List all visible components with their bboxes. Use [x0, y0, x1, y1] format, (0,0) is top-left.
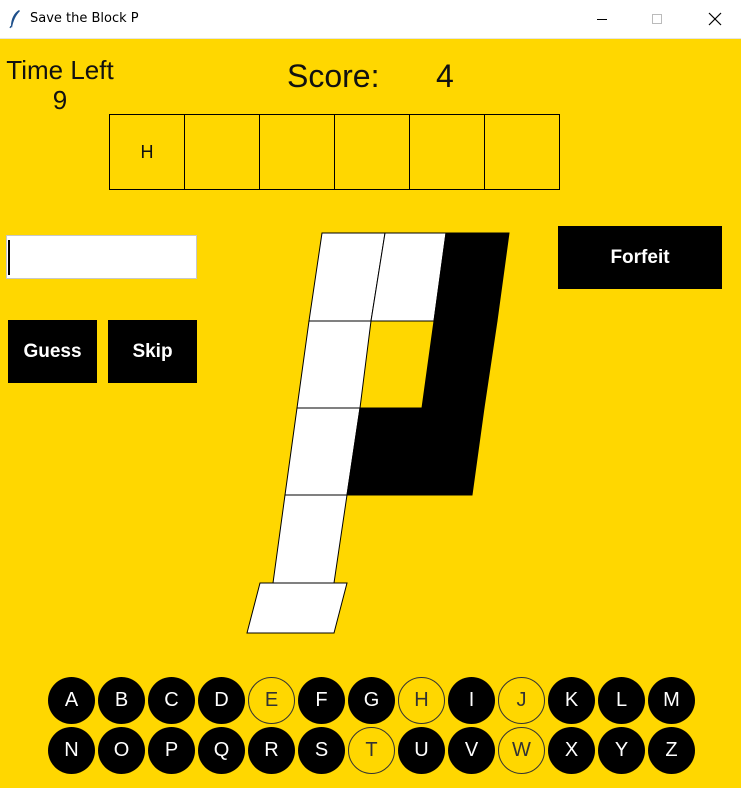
key-t[interactable]: T [348, 727, 395, 774]
key-s[interactable]: S [298, 727, 345, 774]
key-p[interactable]: P [148, 727, 195, 774]
key-q[interactable]: Q [198, 727, 245, 774]
block-cell-row3-middle [346, 407, 423, 496]
key-v[interactable]: V [448, 727, 495, 774]
key-a[interactable]: A [48, 677, 95, 724]
key-m[interactable]: M [648, 677, 695, 724]
key-h[interactable]: H [398, 677, 445, 724]
key-j[interactable]: J [498, 677, 545, 724]
key-n[interactable]: N [48, 727, 95, 774]
key-x[interactable]: X [548, 727, 595, 774]
key-i[interactable]: I [448, 677, 495, 724]
key-g[interactable]: G [348, 677, 395, 724]
key-r[interactable]: R [248, 727, 295, 774]
key-k[interactable]: K [548, 677, 595, 724]
key-u[interactable]: U [398, 727, 445, 774]
block-p [246, 232, 510, 634]
block-cell-foot [246, 582, 348, 634]
key-w[interactable]: W [498, 727, 545, 774]
key-o[interactable]: O [98, 727, 145, 774]
block-cell-row2-right [421, 320, 498, 409]
key-e[interactable]: E [248, 677, 295, 724]
key-b[interactable]: B [98, 677, 145, 724]
key-z[interactable]: Z [648, 727, 695, 774]
block-cell-row2-left [296, 320, 372, 409]
block-cell-top-right [433, 232, 510, 322]
key-f[interactable]: F [298, 677, 345, 724]
key-c[interactable]: C [148, 677, 195, 724]
key-l[interactable]: L [598, 677, 645, 724]
key-y[interactable]: Y [598, 727, 645, 774]
block-cell-row3-right [409, 407, 485, 496]
key-d[interactable]: D [198, 677, 245, 724]
block-cell-row4-left [272, 494, 348, 584]
